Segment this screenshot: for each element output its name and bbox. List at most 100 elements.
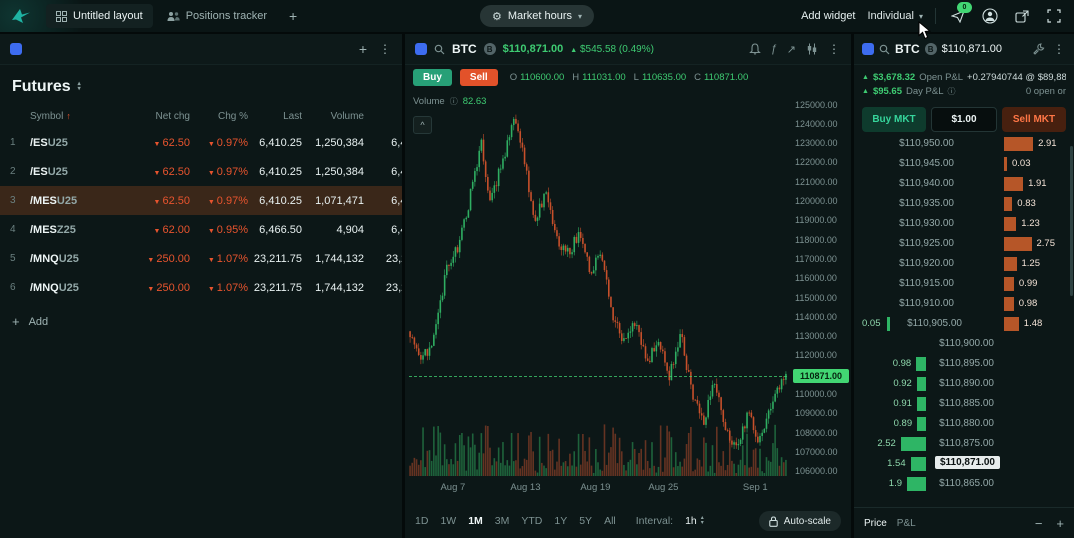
range-button-1d[interactable]: 1D (415, 515, 428, 527)
watchlist-menu-button[interactable]: ⋮ (379, 42, 392, 56)
price-tick: 125000.00 (795, 99, 838, 110)
ladder-row[interactable]: 0.92 $110,890.00 (854, 374, 1074, 394)
wrench-icon[interactable] (1033, 43, 1045, 55)
price-axis[interactable]: 125000.00 124000.00 123000.00 122000.00 1210… (789, 92, 851, 482)
time-axis[interactable]: Aug 7 Aug 13 Aug 19 Aug 25 Sep 1 (409, 482, 787, 498)
price-chart[interactable] (409, 92, 787, 476)
chg-pct-cell: ▼ 1.07% (207, 281, 248, 294)
alert-bell-icon[interactable] (748, 43, 761, 55)
watchlist-row[interactable]: 2/ESU25 ▼62.50 ▼0.97% 6,410.25 1,250,384 6,41… (0, 157, 402, 186)
market-hours-button[interactable]: ⚙ Market hours ▾ (479, 5, 595, 27)
range-button-1w[interactable]: 1W (440, 515, 456, 527)
gear-icon: ⚙ (491, 10, 502, 23)
ladder-row[interactable]: $110,935.00 0.83 (854, 194, 1074, 214)
chart-change: ▲ $545.58 (0.49%) (570, 43, 654, 55)
plus-icon: + (12, 314, 20, 329)
range-button-1m[interactable]: 1M (468, 515, 483, 527)
watchlist-row[interactable]: 1/ESU25 ▼62.50 ▼0.97% 6,410.25 1,250,384 6,41… (0, 128, 402, 157)
watchlist-add-button[interactable]: + (359, 41, 367, 57)
buy-button[interactable]: Buy (413, 69, 452, 86)
price-tick: 108000.00 (795, 427, 838, 438)
dom-symbol[interactable]: BTC (895, 42, 920, 56)
ladder-row[interactable]: 0.05 $110,905.00 1.48 (854, 314, 1074, 334)
ladder-row[interactable]: $110,915.00 0.99 (854, 274, 1074, 294)
ladder-row[interactable]: $110,930.00 1.23 (854, 214, 1074, 234)
sell-mkt-button[interactable]: Sell MKT (1002, 107, 1066, 132)
chart-menu-button[interactable]: ⋮ (828, 42, 841, 56)
zoom-out-button[interactable]: − (1035, 516, 1043, 531)
ladder-price: $110,885.00 (939, 398, 994, 409)
ladder-row[interactable]: 0.89 $110,880.00 (854, 414, 1074, 434)
ladder-row[interactable]: $110,900.00 (854, 334, 1074, 354)
add-tab-button[interactable]: + (281, 8, 305, 24)
quantity-field[interactable]: $1.00 (931, 107, 997, 132)
fullscreen-button[interactable] (1044, 6, 1064, 26)
watchlist-row[interactable]: 6/MNQU25 ▼ 250.00 ▼ 1.07% 23,211.75 1,744,132 2… (0, 273, 402, 302)
col-chg-pct[interactable]: Chg % (190, 111, 248, 122)
tab-untitled-layout[interactable]: Untitled layout (46, 4, 153, 28)
ladder-price: $110,910.00 (899, 298, 954, 309)
watchlist-row[interactable]: 3/MESU25 ▼62.50 ▼0.97% 6,410.25 1,071,471 6,4… (0, 186, 402, 215)
ladder-row[interactable]: 1.9 $110,865.00 (854, 474, 1074, 494)
autoscale-toggle[interactable]: Auto-scale (758, 511, 841, 531)
bid-size: 2.52 (877, 438, 896, 449)
panel-link-icon[interactable] (10, 43, 22, 55)
search-icon[interactable] (434, 44, 445, 55)
watchlist-selector[interactable]: Futures ▴ ▾ (12, 78, 390, 96)
symbol-cell: /ESU25 (30, 136, 68, 149)
ladder-row[interactable]: $110,925.00 2.75 (854, 234, 1074, 254)
col-volume[interactable]: Volume (302, 111, 364, 122)
app-logo[interactable] (10, 7, 32, 25)
profile-button[interactable] (980, 6, 1000, 26)
range-button-1y[interactable]: 1Y (554, 515, 567, 527)
ask-bar (1004, 217, 1017, 231)
chart-symbol[interactable]: BTC (452, 42, 477, 56)
col-last[interactable]: Last (248, 111, 302, 122)
range-button-all[interactable]: All (604, 515, 616, 527)
row-number: 3 (10, 195, 16, 206)
interval-selector[interactable]: 1h ▴ ▾ (685, 515, 704, 527)
scrollbar-thumb[interactable] (1070, 146, 1073, 296)
ladder-row[interactable]: $110,945.00 0.03 (854, 154, 1074, 174)
tab-positions-tracker[interactable]: Positions tracker (157, 4, 277, 28)
ladder-row[interactable]: 0.91 $110,885.00 (854, 394, 1074, 414)
col-net-chg[interactable]: Net chg (120, 111, 190, 122)
watchlist-row[interactable]: 5/MNQU25 ▼ 250.00 ▼ 1.07% 23,211.75 1,744,132 2… (0, 244, 402, 273)
range-button-ytd[interactable]: YTD (521, 515, 542, 527)
ladder-row[interactable]: 2.52 $110,875.00 (854, 434, 1074, 454)
functions-icon[interactable]: ƒ (771, 43, 777, 55)
extra-cell: 6,410.25 (391, 194, 402, 207)
add-widget-button[interactable]: Add widget (801, 10, 855, 22)
panel-link-icon[interactable] (415, 43, 427, 55)
search-icon[interactable] (879, 44, 890, 55)
range-button-3m[interactable]: 3M (495, 515, 510, 527)
panel-link-icon[interactable] (862, 43, 874, 55)
ladder-price: $110,875.00 (939, 438, 994, 449)
ladder-row[interactable]: $110,950.00 2.91 (854, 134, 1074, 154)
zoom-in-button[interactable]: + (1056, 516, 1064, 531)
sell-button[interactable]: Sell (459, 69, 498, 86)
buy-mkt-button[interactable]: Buy MKT (862, 107, 926, 132)
range-button-5y[interactable]: 5Y (579, 515, 592, 527)
ladder-row[interactable]: $110,940.00 1.91 (854, 174, 1074, 194)
compare-icon[interactable]: ↗ (787, 43, 796, 56)
chart-type-candles-icon[interactable] (806, 43, 818, 55)
ladder-price: $110,935.00 (899, 198, 954, 209)
dom-menu-button[interactable]: ⋮ (1053, 42, 1066, 56)
share-button[interactable]: 0 (948, 2, 972, 26)
ladder-row[interactable]: $110,920.00 1.25 (854, 254, 1074, 274)
account-selector[interactable]: Individual ▾ (868, 10, 924, 22)
btc-coin-icon: B (924, 43, 937, 55)
footer-price-tab[interactable]: Price (864, 518, 887, 529)
popout-button[interactable] (1012, 6, 1032, 26)
watchlist-row[interactable]: 4/MESZ25 ▼62.00 ▼0.95% 6,466.50 4,904 6,466.5… (0, 215, 402, 244)
watchlist-add-symbol[interactable]: + Add (0, 302, 402, 341)
symbol-cell: /MESU25 (30, 194, 78, 207)
extra-cell: 6,410.25 (391, 165, 402, 178)
footer-pnl-tab[interactable]: P&L (897, 518, 916, 529)
ladder-row[interactable]: 0.98 $110,895.00 (854, 354, 1074, 374)
ladder-row[interactable]: $110,910.00 0.98 (854, 294, 1074, 314)
ladder-row[interactable]: 1.54 $110,871.00 (854, 454, 1074, 474)
col-symbol[interactable]: Symbol (30, 111, 63, 122)
price-tick: 118000.00 (795, 234, 837, 245)
